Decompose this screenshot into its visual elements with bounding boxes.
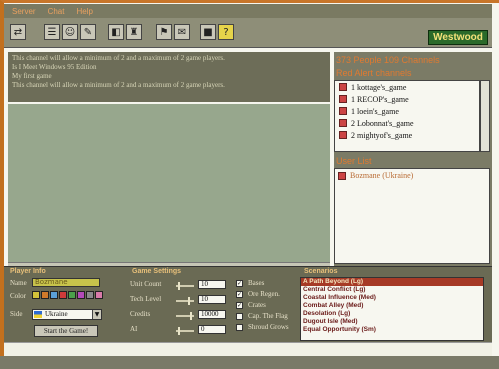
game-setup-panel: Player Info Name Bozmane Color Side Ukra… — [4, 266, 492, 342]
scenario-item[interactable]: Dugout Isle (Med) — [301, 318, 483, 326]
credits-field[interactable]: 10000 — [198, 310, 226, 319]
credits-slider[interactable] — [176, 312, 194, 320]
user-item[interactable]: Bozmane (Ukraine) — [338, 171, 486, 180]
page-icon[interactable]: ✉ — [174, 24, 190, 40]
help-icon[interactable]: ? — [218, 24, 234, 40]
stop-icon[interactable]: ■ — [200, 24, 216, 40]
scenario-item[interactable]: Equal Opportunity (Sm) — [301, 326, 483, 334]
capture-flag-checkbox[interactable] — [236, 313, 243, 320]
scenario-item[interactable]: A Path Beyond (Lg) — [301, 278, 483, 286]
color-picker — [32, 291, 103, 299]
capture-flag-label: Cap. The Flag — [248, 312, 288, 320]
channel-item[interactable]: 2 Lobonnat's_game — [335, 117, 479, 129]
name-label: Name — [10, 279, 27, 287]
bases-label: Bases — [248, 279, 265, 287]
tech-level-slider[interactable] — [176, 297, 194, 305]
channel-item[interactable]: 1 RECOP's_game — [335, 93, 479, 105]
shroud-grows-checkbox[interactable] — [236, 324, 243, 331]
channels-header: Red Alert channels — [336, 68, 412, 78]
options-icon[interactable]: ✎ — [80, 24, 96, 40]
color-swatch[interactable] — [95, 291, 103, 299]
server-icon[interactable]: ⇄ — [10, 24, 26, 40]
channel-item[interactable]: 1 kottage's_game — [335, 81, 479, 93]
footer-strip — [0, 356, 499, 369]
game-room-icon — [339, 83, 347, 91]
scenario-item[interactable]: Desolation (Lg) — [301, 310, 483, 318]
menu-help[interactable]: Help — [76, 7, 92, 16]
find-icon[interactable]: ⚑ — [156, 24, 172, 40]
scenario-item[interactable]: Combat Alley (Med) — [301, 302, 483, 310]
right-panel: 373 People 109 Channels Red Alert channe… — [334, 52, 492, 266]
chat-log: This channel will allow a minimum of 2 a… — [8, 52, 330, 102]
ai-field[interactable]: 0 — [198, 325, 226, 334]
scenarios-title: Scenarios — [304, 268, 338, 275]
menu-bar: Server Chat Help — [4, 4, 492, 18]
crates-label: Crates — [248, 301, 266, 309]
channel-item[interactable]: 2 mightyof's_game — [335, 129, 479, 141]
unit-count-field[interactable]: 10 — [198, 280, 226, 289]
ore-regen-label: Ore Regen. — [248, 290, 280, 298]
shroud-grows-label: Shroud Grows — [248, 323, 289, 331]
color-swatch[interactable] — [86, 291, 94, 299]
scenario-item[interactable]: Coastal Influence (Med) — [301, 294, 483, 302]
channel-list: 1 kottage's_game 1 RECOP's_game 1 loein'… — [334, 80, 480, 152]
user-list: Bozmane (Ukraine) — [334, 168, 490, 264]
game-icon[interactable]: ◧ — [108, 24, 124, 40]
menu-chat[interactable]: Chat — [48, 7, 65, 16]
color-swatch[interactable] — [77, 291, 85, 299]
color-swatch[interactable] — [41, 291, 49, 299]
channel-scrollbar[interactable] — [480, 80, 490, 152]
people-count: 373 People 109 Channels — [336, 55, 440, 65]
ai-label: AI — [130, 325, 138, 333]
menu-server[interactable]: Server — [12, 7, 36, 16]
game-room-icon — [339, 107, 347, 115]
user-icon-small — [338, 171, 346, 180]
game-settings-title: Game Settings — [132, 268, 182, 275]
unit-count-slider[interactable] — [176, 282, 194, 290]
user-icon[interactable]: ☺ — [62, 24, 78, 40]
chat-line: Is I Meet Windows 95 Edition — [12, 63, 97, 71]
start-game-button[interactable]: Start the Game! — [34, 325, 98, 337]
chat-area[interactable] — [8, 104, 330, 262]
users-header: User List — [336, 156, 372, 166]
name-field[interactable]: Bozmane — [32, 278, 100, 287]
ukraine-flag-icon — [34, 311, 42, 318]
toolbar: ⇄ ☰ ☺ ✎ ◧ ♜ ⚑ ✉ ■ ? Westwood — [4, 18, 492, 48]
unit-count-label: Unit Count — [130, 280, 162, 288]
credits-label: Credits — [130, 310, 151, 318]
bases-checkbox[interactable]: ✓ — [236, 280, 243, 287]
color-swatch[interactable] — [32, 291, 40, 299]
game-room-icon — [339, 131, 347, 139]
game-room-icon — [339, 95, 347, 103]
color-swatch[interactable] — [68, 291, 76, 299]
scenario-list: A Path Beyond (Lg) Central Conflict (Lg) C… — [300, 277, 484, 341]
channel-icon[interactable]: ☰ — [44, 24, 60, 40]
chevron-down-icon[interactable]: ▼ — [92, 310, 101, 319]
color-swatch[interactable] — [50, 291, 58, 299]
color-label: Color — [10, 292, 26, 300]
crates-checkbox[interactable]: ✓ — [236, 302, 243, 309]
scenario-item[interactable]: Central Conflict (Lg) — [301, 286, 483, 294]
channel-item[interactable]: 1 loein's_game — [335, 105, 479, 117]
ore-regen-checkbox[interactable]: ✓ — [236, 291, 243, 298]
chat-line: My first game — [12, 72, 52, 80]
ai-slider[interactable] — [176, 327, 194, 335]
player-info-title: Player Info — [10, 268, 46, 275]
game-room-icon — [339, 119, 347, 127]
tech-level-label: Tech Level — [130, 295, 162, 303]
status-bar — [4, 342, 492, 356]
ladder-icon[interactable]: ♜ — [126, 24, 142, 40]
color-swatch[interactable] — [59, 291, 67, 299]
westwood-logo: Westwood — [428, 30, 488, 45]
chat-line: This channel will allow a minimum of 2 a… — [12, 81, 225, 89]
tech-level-field[interactable]: 10 — [198, 295, 226, 304]
chat-line: This channel will allow a minimum of 2 a… — [12, 54, 225, 62]
side-label: Side — [10, 310, 23, 318]
